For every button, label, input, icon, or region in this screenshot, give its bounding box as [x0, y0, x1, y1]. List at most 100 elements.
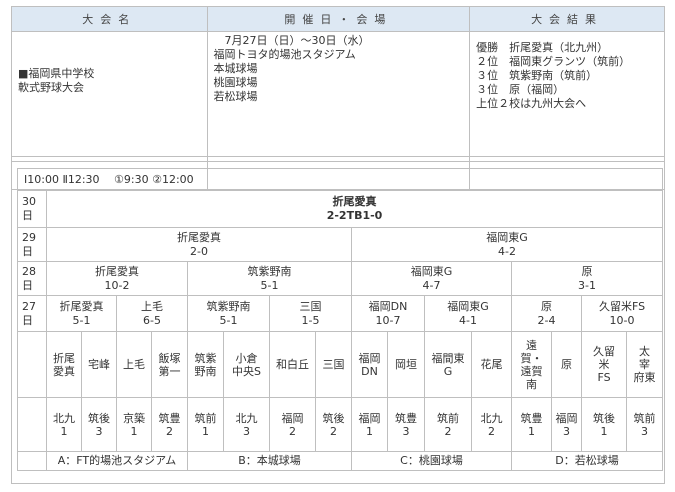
venue-legend-b: B：本城球場	[187, 451, 352, 471]
header-date-venue: 開催日・会場	[206, 6, 471, 32]
team-name: 上毛	[116, 331, 152, 398]
match-score: 6-5	[143, 313, 161, 327]
date-venue-line: 福岡トヨタ的場池スタジアム	[213, 48, 356, 61]
first-round-match: 上毛 6-5	[116, 295, 188, 332]
first-round-match: 久留米FS 10-0	[580, 295, 664, 332]
team-region: 京築 1	[116, 397, 152, 452]
team-region: 福岡 1	[351, 397, 388, 452]
match-score: 5-1	[72, 313, 91, 327]
venue-legend-d: D：若松球場	[510, 451, 664, 471]
team-name: 岡垣	[387, 331, 425, 398]
semifinal-match: 折尾愛真 2-0	[46, 227, 352, 262]
match-score: 5-1	[260, 278, 279, 292]
final-score: 2-2TB1-0	[326, 209, 383, 222]
team-name: 飯塚 第一	[151, 331, 188, 398]
team-name: 三国	[315, 331, 352, 398]
team-name: 遠 賀・ 遠賀 南	[511, 331, 552, 398]
match-score: 10-2	[104, 278, 130, 292]
team-region: 筑前 2	[424, 397, 472, 452]
team-region: 福岡 3	[551, 397, 582, 452]
bracket-table: Ⅰ10:00 Ⅱ12:30 ①9:30 ②12:00 30 日 折尾愛真 2-2…	[16, 168, 664, 471]
team-name: 原	[551, 331, 582, 398]
first-round-match: 筑紫野南 5-1	[187, 295, 270, 332]
match-score: 4-7	[422, 278, 441, 292]
match-winner: 折尾愛真	[177, 230, 221, 244]
quarterfinal-match: 原 3-1	[510, 261, 664, 296]
team-region: 筑豊 2	[151, 397, 188, 452]
date-venue-cell: 7月27日（日）～30日（水） 福岡トヨタ的場池スタジアム 本城球場 桃園球場 …	[206, 31, 471, 162]
venue-legend-c: C：桃園球場	[351, 451, 512, 471]
quarterfinal-match: 折尾愛真 10-2	[46, 261, 188, 296]
quarterfinal-match: 筑紫野南 5-1	[187, 261, 352, 296]
spacer-cell	[17, 397, 47, 452]
result-line: 優勝 折尾愛真（北九州）	[476, 41, 609, 54]
match-winner: 福岡東G	[447, 299, 489, 313]
team-name: 折尾 愛真	[46, 331, 82, 398]
match-score: 2-4	[537, 313, 556, 327]
match-score: 5-1	[219, 313, 238, 327]
match-score: 3-1	[578, 278, 596, 292]
first-round-match: 福岡東G 4-1	[424, 295, 512, 332]
first-round-match: 福岡DN 10-7	[351, 295, 425, 332]
match-winner: 筑紫野南	[247, 264, 292, 278]
team-region: 筑前 1	[187, 397, 224, 452]
team-name: 福間東 G	[424, 331, 472, 398]
date-venue-line: 7月27日（日）～30日（水）	[213, 34, 370, 47]
header-tournament-name: 大会名	[11, 6, 208, 32]
team-name: 筑紫 野南	[187, 331, 224, 398]
venue-legend-a: A：FT的場池スタジアム	[46, 451, 188, 471]
team-name: 宅峰	[81, 331, 117, 398]
tournament-name-cell: ■福岡県中学校 軟式野球大会	[11, 31, 208, 162]
match-winner: 福岡東G	[486, 230, 528, 244]
day-27-label: 27 日	[17, 295, 47, 332]
match-score: 4-1	[459, 313, 477, 327]
date-venue-line: 本城球場	[213, 62, 258, 75]
first-round-match: 三国 1-5	[269, 295, 352, 332]
date-venue-line: 若松球場	[213, 90, 258, 103]
team-region: 筑後 2	[315, 397, 352, 452]
tournament-name-line: ■福岡県中学校	[18, 67, 95, 80]
day-30-label: 30 日	[17, 190, 47, 228]
day-28-label: 28 日	[17, 261, 47, 296]
final-winner: 折尾愛真	[332, 195, 377, 208]
match-score: 10-0	[609, 313, 635, 327]
team-region: 筑豊 1	[511, 397, 552, 452]
team-name: 福岡 DN	[351, 331, 388, 398]
team-region: 福岡 2	[269, 397, 316, 452]
quarterfinal-match: 福岡東G 4-7	[351, 261, 512, 296]
match-winner: 折尾愛真	[59, 299, 104, 313]
match-winner: 筑紫野南	[206, 299, 251, 313]
match-score: 4-2	[498, 244, 516, 258]
team-name: 太 宰 府東	[625, 331, 664, 398]
final-match: 折尾愛真 2-2TB1-0	[45, 190, 664, 228]
header-result: 大会結果	[469, 6, 665, 32]
team-region: 筑豊 3	[387, 397, 425, 452]
result-cell: 優勝 折尾愛真（北九州） ２位 福岡東グランツ（筑前） ３位 筑紫野南（筑前） …	[469, 31, 665, 162]
match-winner: 三国	[299, 299, 322, 313]
spacer-cell	[17, 451, 47, 471]
team-name: 小倉 中央S	[223, 331, 270, 398]
match-winner: 福岡東G	[410, 264, 453, 278]
match-score: 10-7	[375, 313, 401, 327]
result-line: ３位 筑紫野南（筑前）	[476, 69, 598, 82]
team-region: 北九 2	[471, 397, 512, 452]
day-29-label: 29 日	[17, 227, 47, 262]
match-score: 2-0	[190, 244, 208, 258]
spacer-cell	[17, 331, 47, 398]
match-score: 1-5	[301, 313, 320, 327]
team-region: 筑前 3	[625, 397, 664, 452]
result-line: ３位 原（福岡）	[476, 83, 565, 96]
result-line: 上位２校は九州大会へ	[476, 97, 587, 110]
result-line: ２位 福岡東グランツ（筑前）	[476, 55, 631, 68]
tournament-name-line: 軟式野球大会	[18, 81, 84, 94]
match-winner: 原	[541, 299, 552, 313]
team-region: 北九 1	[46, 397, 82, 452]
team-region: 北九 3	[223, 397, 270, 452]
team-region: 筑後 1	[581, 397, 627, 452]
team-name: 花尾	[471, 331, 512, 398]
first-round-match: 折尾愛真 5-1	[46, 295, 117, 332]
team-name: 久留 米 FS	[581, 331, 627, 398]
date-venue-line: 桃園球場	[213, 76, 258, 89]
team-name: 和白丘	[269, 331, 316, 398]
match-times: Ⅰ10:00 Ⅱ12:30 ①9:30 ②12:00	[16, 168, 664, 191]
